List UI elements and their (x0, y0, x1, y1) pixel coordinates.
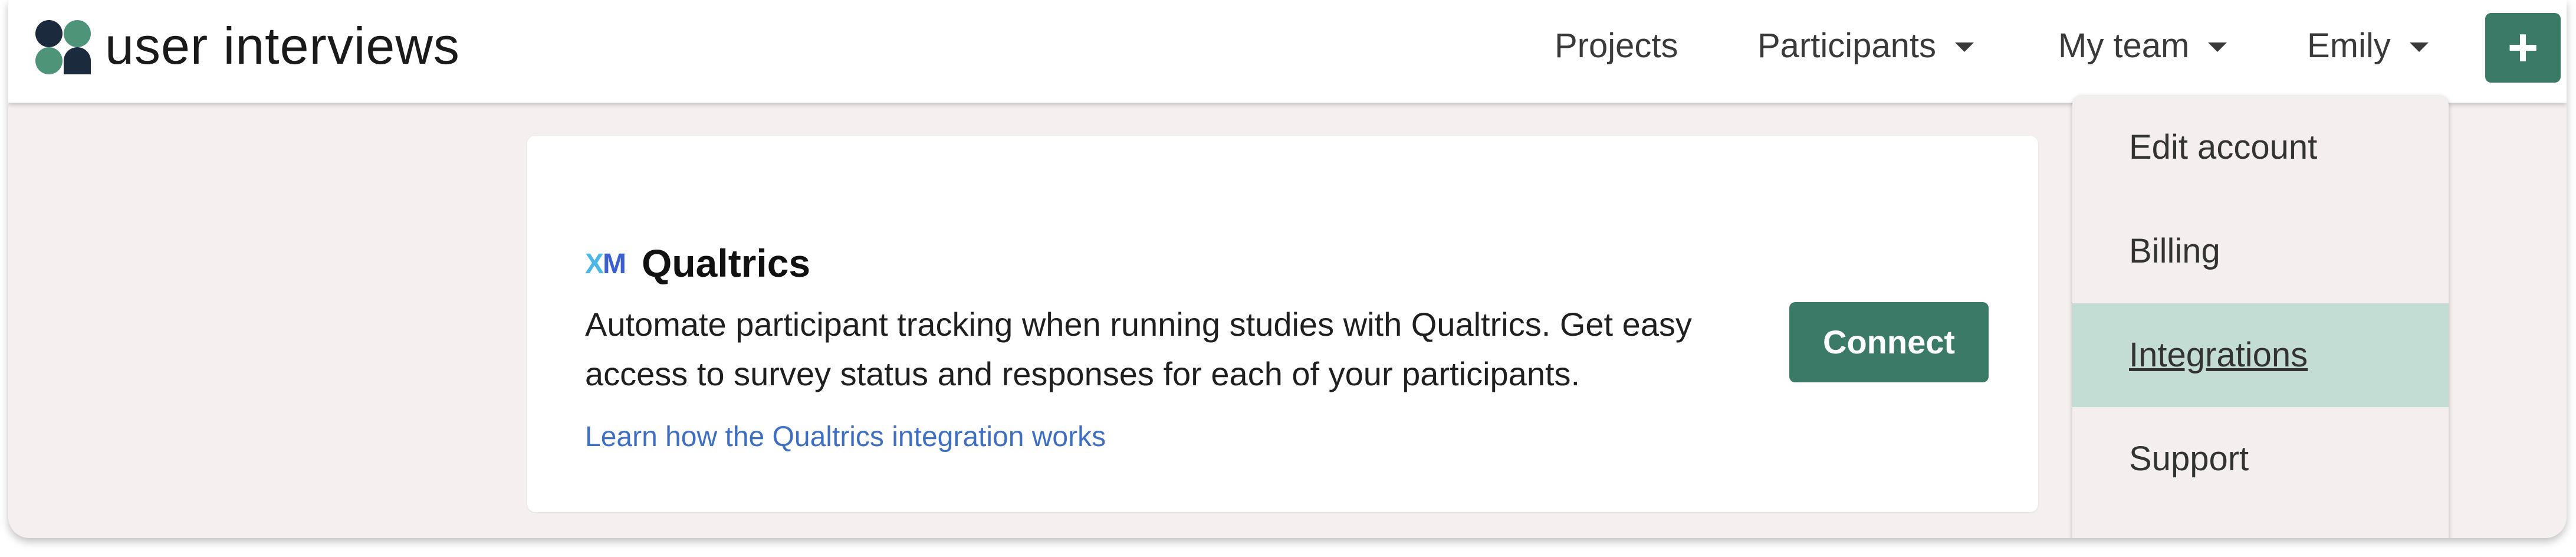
nav-my-team[interactable]: My team (2058, 22, 2227, 70)
menu-item-integrations[interactable]: Integrations (2072, 303, 2449, 407)
menu-item-edit-account[interactable]: Edit account (2072, 96, 2449, 199)
app-window: user interviews Projects Participants My… (8, 0, 2567, 538)
user-dropdown-menu: Edit account Billing Integrations Suppor… (2072, 96, 2449, 538)
chevron-down-icon (2208, 42, 2227, 52)
integration-title: Qualtrics (642, 241, 811, 285)
add-button[interactable]: + (2485, 13, 2561, 83)
menu-item-support[interactable]: Support (2072, 407, 2449, 511)
nav-participants-label: Participants (1757, 27, 1937, 65)
nav-my-team-label: My team (2058, 27, 2190, 65)
connect-button[interactable]: Connect (1789, 302, 1989, 382)
nav-user-menu[interactable]: Emily (2307, 22, 2429, 70)
nav-projects-label: Projects (1555, 27, 1678, 65)
menu-item-billing[interactable]: Billing (2072, 199, 2449, 303)
qualtrics-xm-logo-icon: XM (585, 248, 626, 280)
integration-learn-more-link[interactable]: Learn how the Qualtrics integration work… (585, 417, 1106, 458)
nav-user-name: Emily (2307, 27, 2391, 65)
integration-card: XM Qualtrics Automate participant tracki… (527, 136, 2038, 512)
chevron-down-icon (2409, 42, 2429, 52)
nav-participants[interactable]: Participants (1757, 22, 1974, 70)
integration-description: Automate participant tracking when runni… (585, 306, 1692, 392)
chevron-down-icon (1955, 42, 1974, 52)
plus-icon: + (2507, 18, 2539, 77)
nav-projects[interactable]: Projects (1555, 22, 1678, 70)
brand-name[interactable]: user interviews (105, 17, 460, 76)
top-navbar: user interviews Projects Participants My… (8, 0, 2567, 103)
user-interviews-logo-icon[interactable] (35, 20, 92, 74)
